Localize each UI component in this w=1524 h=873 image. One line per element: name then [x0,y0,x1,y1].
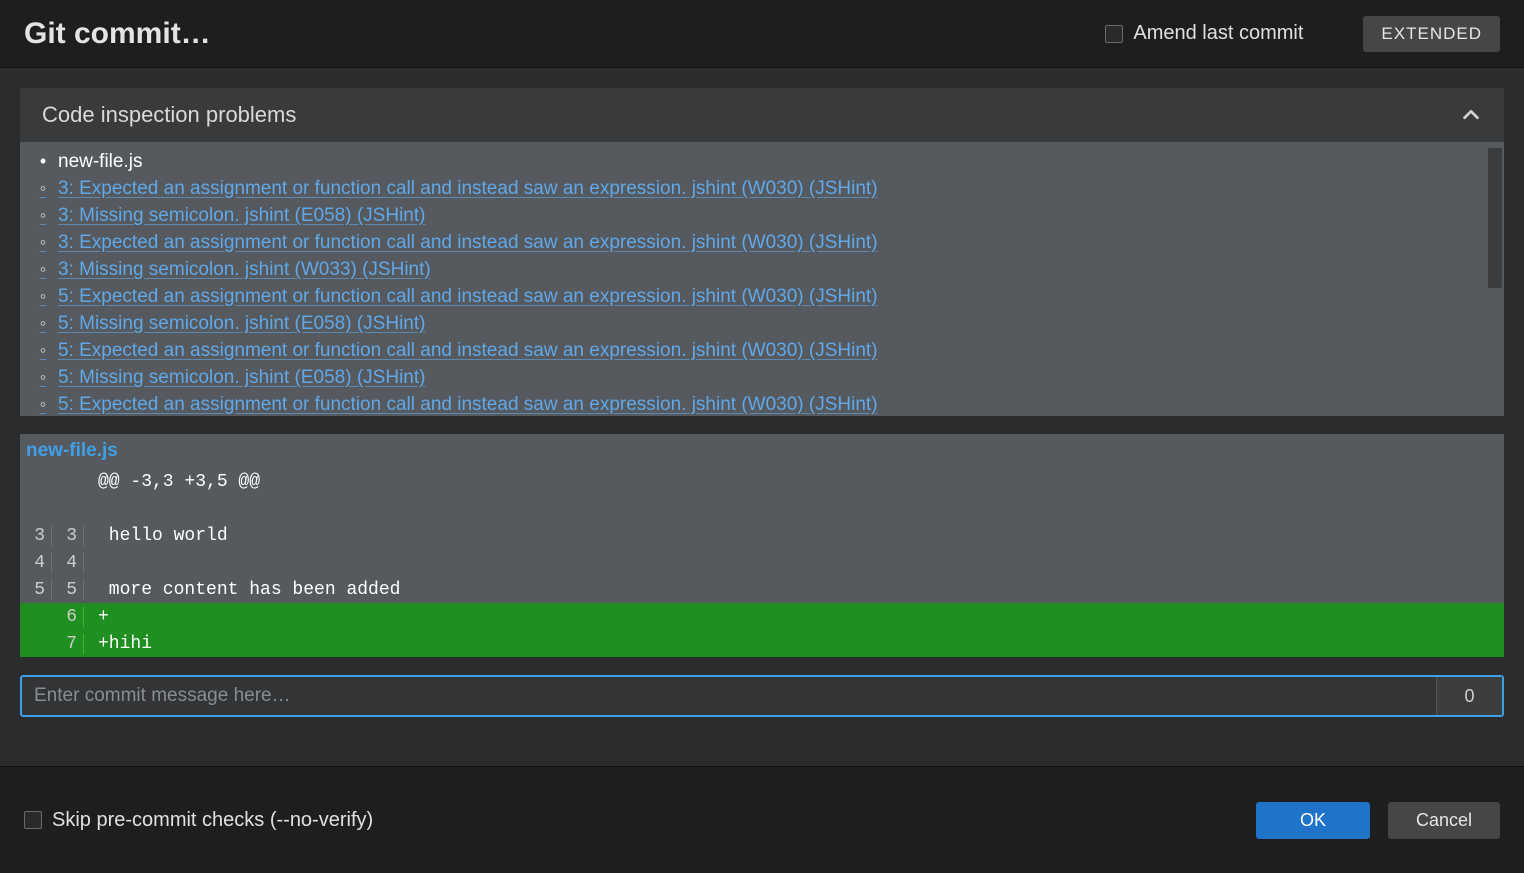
dialog-title: Git commit… [24,17,211,51]
inspection-issue-item[interactable]: 3: Missing semicolon. jshint (W033) (JSH… [38,256,1500,283]
diff-file-name[interactable]: new-file.js [20,434,1504,468]
amend-last-commit-checkbox[interactable]: Amend last commit [1105,22,1303,45]
dialog-body: Code inspection problems new-file.js3: E… [0,68,1524,766]
inspection-panel: Code inspection problems new-file.js3: E… [20,88,1504,416]
checkbox-icon [24,811,42,829]
inspection-file-item[interactable]: new-file.js [38,148,1500,175]
diff-line: 55 more content has been added [20,576,1504,603]
inspection-issue-item[interactable]: 5: Missing semicolon. jshint (E058) (JSH… [38,310,1500,337]
cancel-button[interactable]: Cancel [1388,802,1500,839]
diff-line: 33 hello world [20,522,1504,549]
skip-precommit-checkbox[interactable]: Skip pre-commit checks (--no-verify) [24,809,373,832]
inspection-problems-list: new-file.js3: Expected an assignment or … [20,142,1504,416]
diff-panel: new-file.js @@ -3,3 +3,5 @@ 33 hello worl… [20,434,1504,657]
ok-button[interactable]: OK [1256,802,1370,839]
diff-line: 44 [20,549,1504,576]
dialog-footer: Skip pre-commit checks (--no-verify) OK … [0,766,1524,873]
inspection-issue-item[interactable]: 5: Expected an assignment or function ca… [38,283,1500,310]
inspection-issue-item[interactable]: 3: Expected an assignment or function ca… [38,175,1500,202]
inspection-issue-item[interactable]: 5: Missing semicolon. jshint (E058) (JSH… [38,364,1500,391]
checkbox-icon [1105,25,1123,43]
skip-precommit-label: Skip pre-commit checks (--no-verify) [52,809,373,832]
inspection-issue-item[interactable]: 3: Expected an assignment or function ca… [38,229,1500,256]
commit-message-input[interactable] [22,677,1436,715]
amend-label: Amend last commit [1133,22,1303,45]
diff-hunk-header: @@ -3,3 +3,5 @@ [20,468,1504,495]
inspection-issue-item[interactable]: 3: Missing semicolon. jshint (E058) (JSH… [38,202,1500,229]
inspection-panel-header[interactable]: Code inspection problems [20,88,1504,142]
chevron-up-icon [1460,104,1482,126]
diff-body: @@ -3,3 +3,5 @@ 33 hello world44 55 more … [20,468,1504,657]
extended-button[interactable]: EXTENDED [1363,16,1500,52]
diff-line: 6+ [20,603,1504,630]
inspection-issue-item[interactable]: 5: Expected an assignment or function ca… [38,391,1500,416]
inspection-title: Code inspection problems [42,102,296,128]
commit-input-wrap: 0 [20,675,1504,717]
commit-char-counter: 0 [1436,677,1502,715]
scrollbar-thumb[interactable] [1488,148,1502,288]
dialog-header: Git commit… Amend last commit EXTENDED [0,0,1524,68]
commit-message-row: 0 [20,675,1504,717]
diff-line: 7+hihi [20,630,1504,657]
inspection-issue-item[interactable]: 5: Expected an assignment or function ca… [38,337,1500,364]
